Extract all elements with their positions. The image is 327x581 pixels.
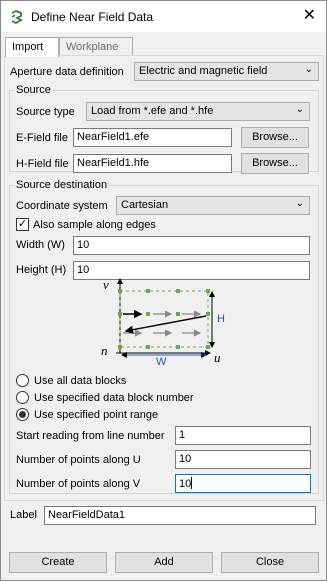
points-v-input[interactable]: 10: [175, 474, 311, 493]
width-dimension-label: W: [156, 356, 167, 366]
radio-block-number[interactable]: [16, 391, 29, 404]
start-line-input[interactable]: 1: [175, 426, 311, 445]
text-caret: [191, 477, 193, 489]
width-label: Width (W): [16, 239, 65, 251]
source-type-label: Source type: [16, 106, 75, 118]
label-input[interactable]: NearFieldData1: [44, 506, 316, 525]
chevron-down-icon: ⌄: [295, 198, 304, 209]
height-dimension-label: H: [217, 313, 225, 325]
points-u-input[interactable]: 10: [175, 450, 311, 469]
source-group: Source Source type Load from *.efe and *…: [9, 84, 319, 174]
radio-all-blocks-label: Use all data blocks: [34, 375, 127, 387]
source-legend: Source: [16, 84, 51, 96]
source-type-value: Load from *.efe and *.hfe: [91, 105, 214, 117]
aperture-dropdown[interactable]: Electric and magnetic field ⌄: [134, 62, 319, 81]
sample-edges-checkbox[interactable]: ✓: [16, 218, 29, 231]
create-button[interactable]: Create: [9, 552, 107, 573]
hfield-browse-button[interactable]: Browse...: [241, 153, 309, 174]
sample-points: [118, 289, 210, 349]
sample-rectangle: [119, 290, 209, 348]
radio-point-range-label: Use specified point range: [34, 409, 159, 421]
coord-system-value: Cartesian: [121, 199, 169, 211]
coord-system-label: Coordinate system: [16, 200, 108, 212]
aperture-label: Aperture data definition: [10, 66, 124, 78]
label-field-label: Label: [10, 509, 37, 521]
app-logo-icon: [11, 10, 23, 25]
destination-legend: Source destination: [16, 179, 108, 191]
sample-edges-label: Also sample along edges: [33, 219, 156, 231]
n-axis-label: n: [101, 343, 108, 358]
points-v-value: 10: [179, 478, 192, 490]
efield-label: E-Field file: [16, 132, 68, 144]
hfield-input[interactable]: NearField1.hfe: [73, 154, 232, 173]
points-v-label: Number of points along V: [16, 478, 141, 490]
tab-workplane[interactable]: Workplane: [59, 37, 133, 56]
v-axis-label: v: [103, 277, 109, 292]
return-arrow: [124, 315, 207, 334]
window-title: Define Near Field Data: [31, 10, 154, 24]
width-input[interactable]: 10: [73, 236, 310, 255]
radio-block-number-label: Use specified data block number: [34, 392, 194, 404]
close-window-icon[interactable]: ✕: [303, 6, 316, 26]
u-axis-label: u: [214, 350, 221, 365]
start-line-label: Start reading from line number: [16, 430, 165, 442]
radio-all-blocks[interactable]: [16, 374, 29, 387]
tab-import[interactable]: Import: [5, 37, 59, 57]
aperture-value: Electric and magnetic field: [139, 65, 268, 77]
height-label: Height (H): [16, 264, 67, 276]
title-bar[interactable]: Define Near Field Data ✕: [1, 1, 326, 32]
chevron-down-icon: ⌄: [295, 104, 304, 115]
coord-system-dropdown[interactable]: Cartesian ⌄: [116, 196, 310, 215]
source-type-dropdown[interactable]: Load from *.efe and *.hfe ⌄: [86, 102, 310, 121]
efield-input[interactable]: NearField1.efe: [73, 128, 232, 147]
dialog-window: Define Near Field Data ✕ Import Workplan…: [0, 0, 327, 581]
close-button[interactable]: Close: [221, 552, 319, 573]
hfield-label: H-Field file: [16, 158, 69, 170]
grid-sampling-diagram: v u n H W: [101, 277, 225, 366]
radio-point-range[interactable]: [16, 408, 29, 421]
points-u-label: Number of points along U: [16, 454, 141, 466]
efield-browse-button[interactable]: Browse...: [241, 127, 309, 148]
chevron-down-icon: ⌄: [304, 64, 313, 75]
add-button[interactable]: Add: [115, 552, 213, 573]
